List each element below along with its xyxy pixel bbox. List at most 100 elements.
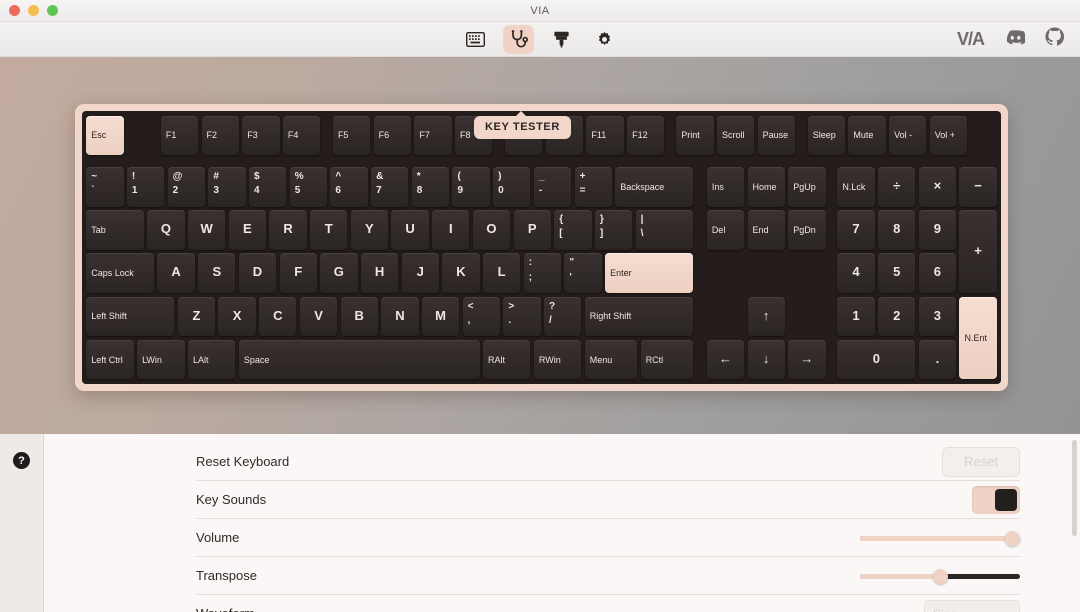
key-[interactable]: >.: [503, 296, 541, 337]
key-[interactable]: _ -: [533, 166, 572, 207]
key-vol[interactable]: Vol -: [889, 115, 927, 156]
key-[interactable]: " ': [564, 253, 602, 293]
key-w[interactable]: W: [187, 210, 226, 250]
key-r[interactable]: R: [269, 210, 307, 250]
key-4[interactable]: $4: [249, 166, 287, 207]
key-lalt[interactable]: LAlt: [187, 339, 236, 380]
key-a[interactable]: A: [157, 253, 195, 293]
waveform-select[interactable]: Sine ⌄: [924, 599, 1020, 612]
key-[interactable]: ÷: [878, 166, 916, 207]
key-[interactable]: }]: [594, 210, 633, 250]
key-f12[interactable]: F12: [627, 115, 665, 156]
key-9[interactable]: 9: [918, 210, 957, 250]
key-3[interactable]: #3: [208, 166, 246, 207]
via-logo-icon[interactable]: V/A: [957, 29, 985, 50]
key-[interactable]: −: [959, 166, 997, 207]
key-del[interactable]: Del: [706, 210, 745, 250]
key-m[interactable]: M: [421, 296, 460, 337]
key-1[interactable]: ! 1: [126, 166, 165, 207]
key-scroll[interactable]: Scroll: [716, 115, 755, 156]
key-1[interactable]: 1: [837, 296, 875, 337]
key-sounds-toggle[interactable]: [972, 485, 1020, 514]
key-f4[interactable]: F4: [282, 115, 321, 156]
key-6[interactable]: 6: [918, 253, 957, 293]
key-s[interactable]: S: [198, 253, 236, 293]
settings-scrollbar-thumb[interactable]: [1072, 440, 1077, 536]
key-v[interactable]: V: [299, 296, 338, 337]
key-e[interactable]: E: [228, 210, 266, 250]
key-4[interactable]: 4: [837, 253, 875, 293]
settings-scrollbar[interactable]: [1072, 440, 1077, 606]
key-d[interactable]: D: [238, 253, 277, 293]
key-6[interactable]: ^ 6: [330, 166, 368, 207]
key-enter[interactable]: Enter: [605, 253, 694, 293]
key-[interactable]: →: [788, 339, 826, 380]
key-backspace[interactable]: Backspace: [615, 166, 694, 207]
key-2[interactable]: @2: [167, 166, 205, 207]
key-b[interactable]: B: [340, 296, 378, 337]
key-f11[interactable]: F11: [586, 115, 624, 156]
key-t[interactable]: T: [310, 210, 348, 250]
key-left-ctrl[interactable]: Left Ctrl: [86, 339, 134, 380]
key-l[interactable]: L: [483, 253, 521, 293]
key-q[interactable]: Q: [147, 210, 185, 250]
key-8[interactable]: 8: [878, 210, 916, 250]
key-[interactable]: ←: [706, 339, 745, 380]
key-menu[interactable]: Menu: [584, 339, 638, 380]
key-z[interactable]: Z: [177, 296, 216, 337]
key-f[interactable]: F: [279, 253, 317, 293]
key-n-ent[interactable]: N.Ent: [959, 296, 997, 380]
key-[interactable]: ↓: [747, 339, 785, 380]
key-pgup[interactable]: PgUp: [788, 166, 826, 207]
key-y[interactable]: Y: [350, 210, 389, 250]
key-home[interactable]: Home: [747, 166, 785, 207]
key-rwin[interactable]: RWin: [533, 339, 582, 380]
key-g[interactable]: G: [320, 253, 358, 293]
key-lwin[interactable]: LWin: [137, 339, 185, 380]
key-[interactable]: + =: [574, 166, 612, 207]
key-tab[interactable]: Tab: [86, 210, 144, 250]
key-i[interactable]: I: [432, 210, 470, 250]
stethoscope-icon-button[interactable]: [503, 24, 534, 54]
key-7[interactable]: 7: [837, 210, 875, 250]
key-7[interactable]: & 7: [371, 166, 409, 207]
key-caps-lock[interactable]: Caps Lock: [86, 253, 155, 293]
key-f5[interactable]: F5: [332, 115, 371, 156]
key-p[interactable]: P: [513, 210, 551, 250]
key-mute[interactable]: Mute: [848, 115, 886, 156]
key-c[interactable]: C: [259, 296, 297, 337]
key-[interactable]: ? /: [544, 296, 582, 337]
transpose-slider[interactable]: [860, 568, 1020, 584]
key-f1[interactable]: F1: [160, 115, 199, 156]
slider-thumb[interactable]: [1005, 530, 1020, 546]
key-[interactable]: ×: [918, 166, 957, 207]
key-u[interactable]: U: [391, 210, 429, 250]
key-[interactable]: ↑: [747, 296, 785, 337]
keyboard-icon-button[interactable]: [460, 25, 491, 54]
key-sleep[interactable]: Sleep: [807, 115, 845, 156]
github-icon[interactable]: [1045, 27, 1065, 51]
key-n-lck[interactable]: N.Lck: [837, 166, 875, 207]
key-[interactable]: :;: [523, 253, 561, 293]
key-esc[interactable]: Esc: [86, 115, 124, 156]
key-2[interactable]: 2: [878, 296, 916, 337]
slider-thumb[interactable]: [932, 568, 948, 584]
key-pause[interactable]: Pause: [757, 115, 795, 156]
key-0[interactable]: 0: [837, 339, 916, 380]
reset-button[interactable]: Reset: [942, 446, 1020, 477]
key-5[interactable]: 5: [878, 253, 916, 293]
key-rctl[interactable]: RCtl: [640, 339, 694, 380]
key-k[interactable]: K: [442, 253, 480, 293]
key-0[interactable]: ) 0: [493, 166, 531, 207]
key-[interactable]: <,: [462, 296, 500, 337]
key-pgdn[interactable]: PgDn: [788, 210, 826, 250]
key-right-shift[interactable]: Right Shift: [584, 296, 694, 337]
key-n[interactable]: N: [381, 296, 419, 337]
discord-icon[interactable]: [1004, 29, 1027, 50]
key-print[interactable]: Print: [676, 115, 714, 156]
key-o[interactable]: O: [472, 210, 511, 250]
key-5[interactable]: % 5: [289, 166, 327, 207]
volume-slider[interactable]: [860, 530, 1020, 546]
key-[interactable]: ~ `: [86, 166, 124, 207]
paintbrush-icon-button[interactable]: [546, 25, 577, 54]
